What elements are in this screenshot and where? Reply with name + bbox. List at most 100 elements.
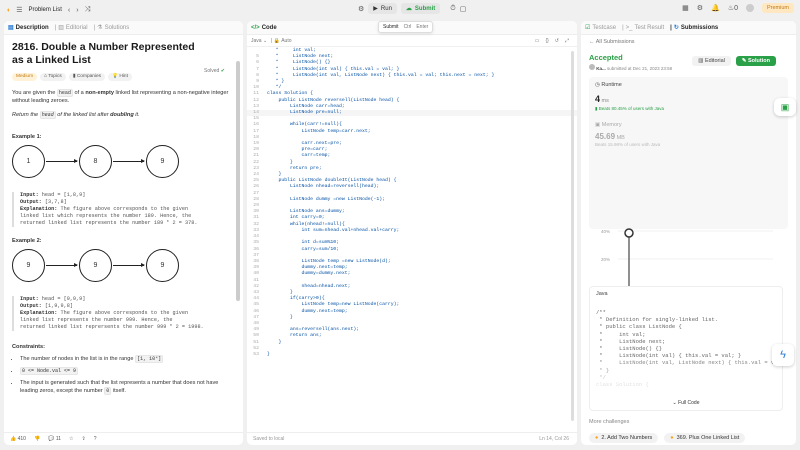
description-panel: ▤ Description | ▥ Editorial | ⚗ Solutions 2… <box>4 21 243 445</box>
input-value: head = [9,9,9] <box>38 296 86 302</box>
lock-icon: 🔒 <box>273 37 281 44</box>
lightning-fab[interactable]: ϟ <box>772 344 794 366</box>
cursor-position: Ln 14, Col 26 <box>539 436 569 442</box>
line-number: 53 <box>253 351 259 357</box>
help-icon[interactable]: ? <box>94 436 97 442</box>
preview-line: * int val; <box>596 330 646 338</box>
debug-icon[interactable]: ⚙ <box>358 5 364 13</box>
constraints-heading: Constraints: <box>12 344 45 350</box>
code-line[interactable]: 53} <box>247 352 577 358</box>
code-editor[interactable]: * int val; 5 * ListNode next; 6 * ListNode… <box>247 48 577 358</box>
settings-icon[interactable]: ⚙ <box>697 4 703 12</box>
submit-button[interactable]: ☁ Submit <box>400 3 441 14</box>
memory-label: Memory <box>601 122 622 128</box>
play-icon: ▶ <box>373 6 378 12</box>
explanation-text: returned linked list reprersents the num… <box>20 324 204 330</box>
fire-icon[interactable]: ♨ 0 <box>728 4 738 13</box>
building-icon: ▮ <box>72 74 76 79</box>
topics-tag[interactable]: ⌂ Topics <box>40 73 66 81</box>
editorial-button[interactable]: ▥ Editorial <box>692 56 731 66</box>
assistant-fab[interactable]: ▣ <box>774 98 796 116</box>
run-button[interactable]: ▶ Run <box>368 3 397 14</box>
timer-icon[interactable]: ⏱ <box>450 5 455 13</box>
explanation-text: returned linked list represents the numb… <box>20 220 198 226</box>
tab-submissions[interactable]: | ↻ Submissions <box>670 24 718 32</box>
tab-editorial[interactable]: | ▥ Editorial <box>55 24 88 32</box>
code-preview: /** * Definition for singly-linked list.… <box>590 301 784 388</box>
tab-testcase-label: Testcase <box>592 24 617 31</box>
preview-line: * } <box>596 366 610 374</box>
input-label: Input: <box>20 192 39 198</box>
like-button[interactable]: 👍 410 <box>10 436 26 442</box>
tab-solutions-label: Solutions <box>104 24 130 31</box>
preview-line: * ListNode() {} <box>596 345 663 353</box>
tooltip-label: Submit <box>383 24 399 30</box>
next-icon[interactable]: › <box>76 7 78 14</box>
constraint-text: The number of nodes in the list is in th… <box>20 356 136 362</box>
companies-tag[interactable]: ▮ Companies <box>68 73 106 81</box>
constraint-text: itself. <box>111 388 126 394</box>
solved-badge: Solved ✔ <box>204 67 225 75</box>
expand-icon[interactable]: ⤢ <box>565 38 569 44</box>
tag-row: Medium ⌂ Topics ▮ Companies 💡 Hint <box>12 73 235 81</box>
solution-button[interactable]: ✎ Solution <box>735 56 776 66</box>
runtime-card: ◷ Runtime 4 ms ▮ Beats 80.45% of users w… <box>589 77 788 318</box>
challenge-link[interactable]: ● 369. Plus One Linked List <box>664 433 746 443</box>
p2-code: head <box>39 111 56 119</box>
challenge-link[interactable]: ● 2. Add Two Numbers <box>589 433 659 443</box>
difficulty-tag[interactable]: Medium <box>12 73 38 81</box>
top-bar: ◖ ☰ Problem List ‹ › ⤨ ⚙ ▶ Run ☁ Submit ⏱ … <box>0 0 800 20</box>
avatar[interactable] <box>745 4 754 12</box>
language-select[interactable]: Java ⌄ <box>251 38 267 44</box>
fire-count: 0 <box>734 4 738 12</box>
comments-button[interactable]: 💬 11 <box>48 436 61 442</box>
constraint-item: The number of nodes in the list is in th… <box>20 355 235 363</box>
shuffle-icon[interactable]: ⤨ <box>85 6 91 14</box>
book-icon: ▥ <box>58 25 64 31</box>
star-icon[interactable]: ☆ <box>69 436 73 442</box>
preview-line: /** <box>596 309 606 316</box>
tab-editorial-label: Editorial <box>65 24 88 31</box>
tab-description[interactable]: ▤ Description <box>8 24 49 32</box>
list-icon[interactable]: ☰ <box>16 6 22 14</box>
bell-icon[interactable]: 🔔 <box>711 4 720 12</box>
problem-list-link[interactable]: Problem List <box>29 7 62 13</box>
your-runtime-marker[interactable] <box>624 228 634 238</box>
tab-code[interactable]: </> Code <box>251 25 277 31</box>
full-code-button[interactable]: ⌄ Full Code <box>590 400 782 406</box>
tab-solutions[interactable]: | ⚗ Solutions <box>94 24 130 32</box>
hint-tag[interactable]: 💡 Hint <box>108 73 132 81</box>
tab-testcase[interactable]: ☑ Testcase <box>585 24 617 32</box>
input-label: Input: <box>20 296 39 302</box>
dislike-icon[interactable]: 👎 <box>34 436 40 442</box>
prev-icon[interactable]: ‹ <box>68 7 70 14</box>
book-icon: ▥ <box>698 58 704 64</box>
share-icon[interactable]: ⇪ <box>82 436 86 442</box>
bookmark-icon[interactable]: ▭ <box>535 38 540 44</box>
layout-icon[interactable]: ▦ <box>682 4 689 12</box>
line-text: ListNode dummy =new ListNode(-1); <box>267 196 386 202</box>
line-text: } <box>267 314 293 320</box>
tab-test-result[interactable]: | >_ Test Result <box>622 25 664 31</box>
scrollbar[interactable] <box>236 61 240 301</box>
note-icon[interactable]: ▢ <box>460 5 467 13</box>
saved-status: Saved to local <box>253 436 285 442</box>
runtime-label: Runtime <box>601 82 622 88</box>
premium-button[interactable]: Premium <box>761 3 794 13</box>
preview-line: */ <box>596 373 606 381</box>
explanation-label: Explanation: <box>20 310 58 316</box>
challenge-label: 2. Add Two Numbers <box>601 435 653 441</box>
logo-icon[interactable]: ◖ <box>6 7 10 14</box>
input-value: head = [1,8,9] <box>38 192 86 198</box>
tab-result-label: Test Result <box>634 24 665 31</box>
back-to-submissions[interactable]: ← All Submissions <box>589 39 788 45</box>
editor-scrollbar[interactable] <box>571 51 574 421</box>
chevron-down-icon: ⌄ <box>262 37 268 44</box>
braces-icon[interactable]: {} <box>545 38 548 44</box>
y-tick-40: 40% <box>601 229 610 234</box>
output-label: Output: <box>20 199 42 205</box>
auto-toggle[interactable]: | 🔒 Auto <box>271 38 291 44</box>
line-text: * ListNode(int val, ListNode next) { thi… <box>267 72 495 78</box>
preview-line: * ListNode(int val) { this.val = val; } <box>596 352 742 360</box>
reset-icon[interactable]: ↺ <box>555 38 559 44</box>
